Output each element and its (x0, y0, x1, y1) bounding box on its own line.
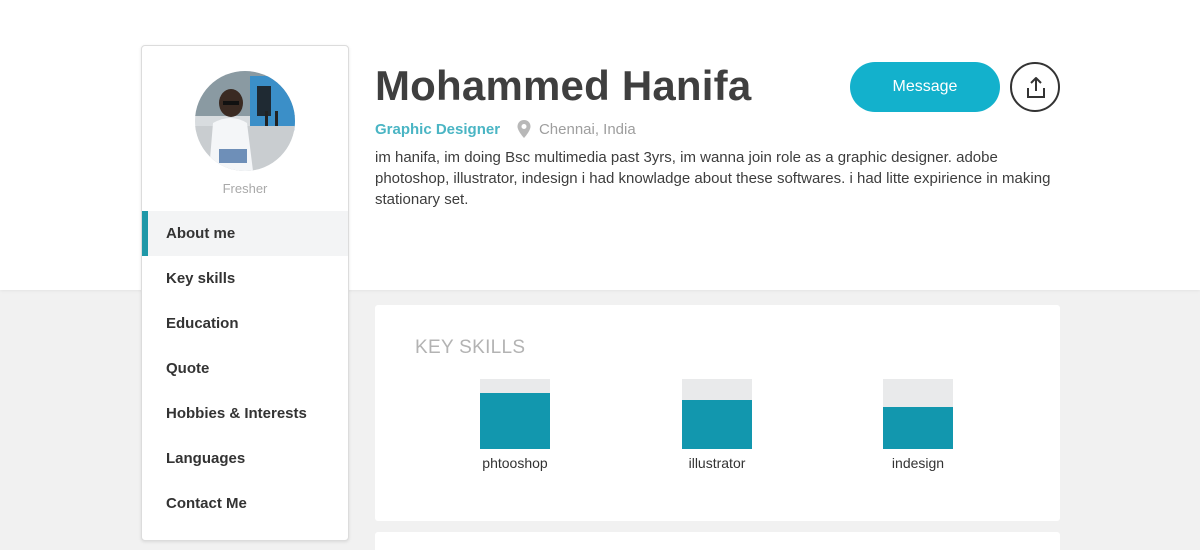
skill-item-indesign: indesign (863, 379, 973, 471)
skill-bar-track (883, 379, 953, 449)
share-button[interactable] (1010, 62, 1060, 112)
sidebar-item-label: Key skills (166, 270, 236, 287)
profile-name: Mohammed Hanifa (375, 62, 752, 109)
skill-label: indesign (891, 455, 945, 471)
share-upload-icon (1027, 77, 1045, 98)
sidebar-item-education[interactable]: Education (142, 301, 348, 346)
skill-item-illustrator: illustrator (662, 379, 772, 471)
sidebar-item-label: About me (166, 225, 236, 242)
key-skills-title: KEY SKILLS (415, 337, 526, 358)
sidebar-item-label: Quote (166, 360, 210, 377)
skill-label: phtooshop (482, 455, 548, 471)
sidebar-item-contact-me[interactable]: Contact Me (142, 481, 348, 526)
sidebar-item-hobbies[interactable]: Hobbies & Interests (142, 391, 348, 436)
profile-bio: im hanifa, im doing Bsc multimedia past … (375, 149, 1051, 208)
profile-location: Chennai, India (538, 120, 636, 138)
sidebar-item-label: Hobbies & Interests (166, 405, 307, 422)
sidebar-item-languages[interactable]: Languages (142, 436, 348, 481)
profile-page: Fresher About me Key skills Education Qu… (0, 0, 1200, 550)
sidebar-item-about-me[interactable]: About me (142, 211, 348, 256)
skill-item-photoshop: phtooshop (460, 379, 570, 471)
skill-label: illustrator (688, 455, 746, 471)
next-section-card (375, 532, 1060, 550)
profile-sidebar: Fresher About me Key skills Education Qu… (141, 45, 349, 541)
message-button[interactable]: Message (850, 62, 1000, 112)
skill-bar-fill (480, 393, 550, 449)
sidebar-item-label: Contact Me (166, 495, 247, 512)
status-label: Fresher (222, 181, 268, 196)
sidebar-nav: About me Key skills Education Quote Hobb… (142, 211, 348, 526)
skill-bar-track (682, 379, 752, 449)
sidebar-item-key-skills[interactable]: Key skills (142, 256, 348, 301)
sidebar-item-label: Education (166, 315, 239, 332)
skill-bar-fill (883, 407, 953, 449)
profile-role: Graphic Designer (375, 120, 501, 138)
profile-meta: Graphic Designer Chennai, India (375, 120, 636, 140)
sidebar-item-quote[interactable]: Quote (142, 346, 348, 391)
key-skills-card: KEY SKILLS phtooshop illustrator indesig… (375, 305, 1060, 521)
location-pin-icon (517, 120, 531, 138)
skill-bar-track (480, 379, 550, 449)
skill-bar-fill (682, 400, 752, 449)
avatar (195, 71, 295, 171)
sidebar-item-label: Languages (166, 450, 246, 467)
